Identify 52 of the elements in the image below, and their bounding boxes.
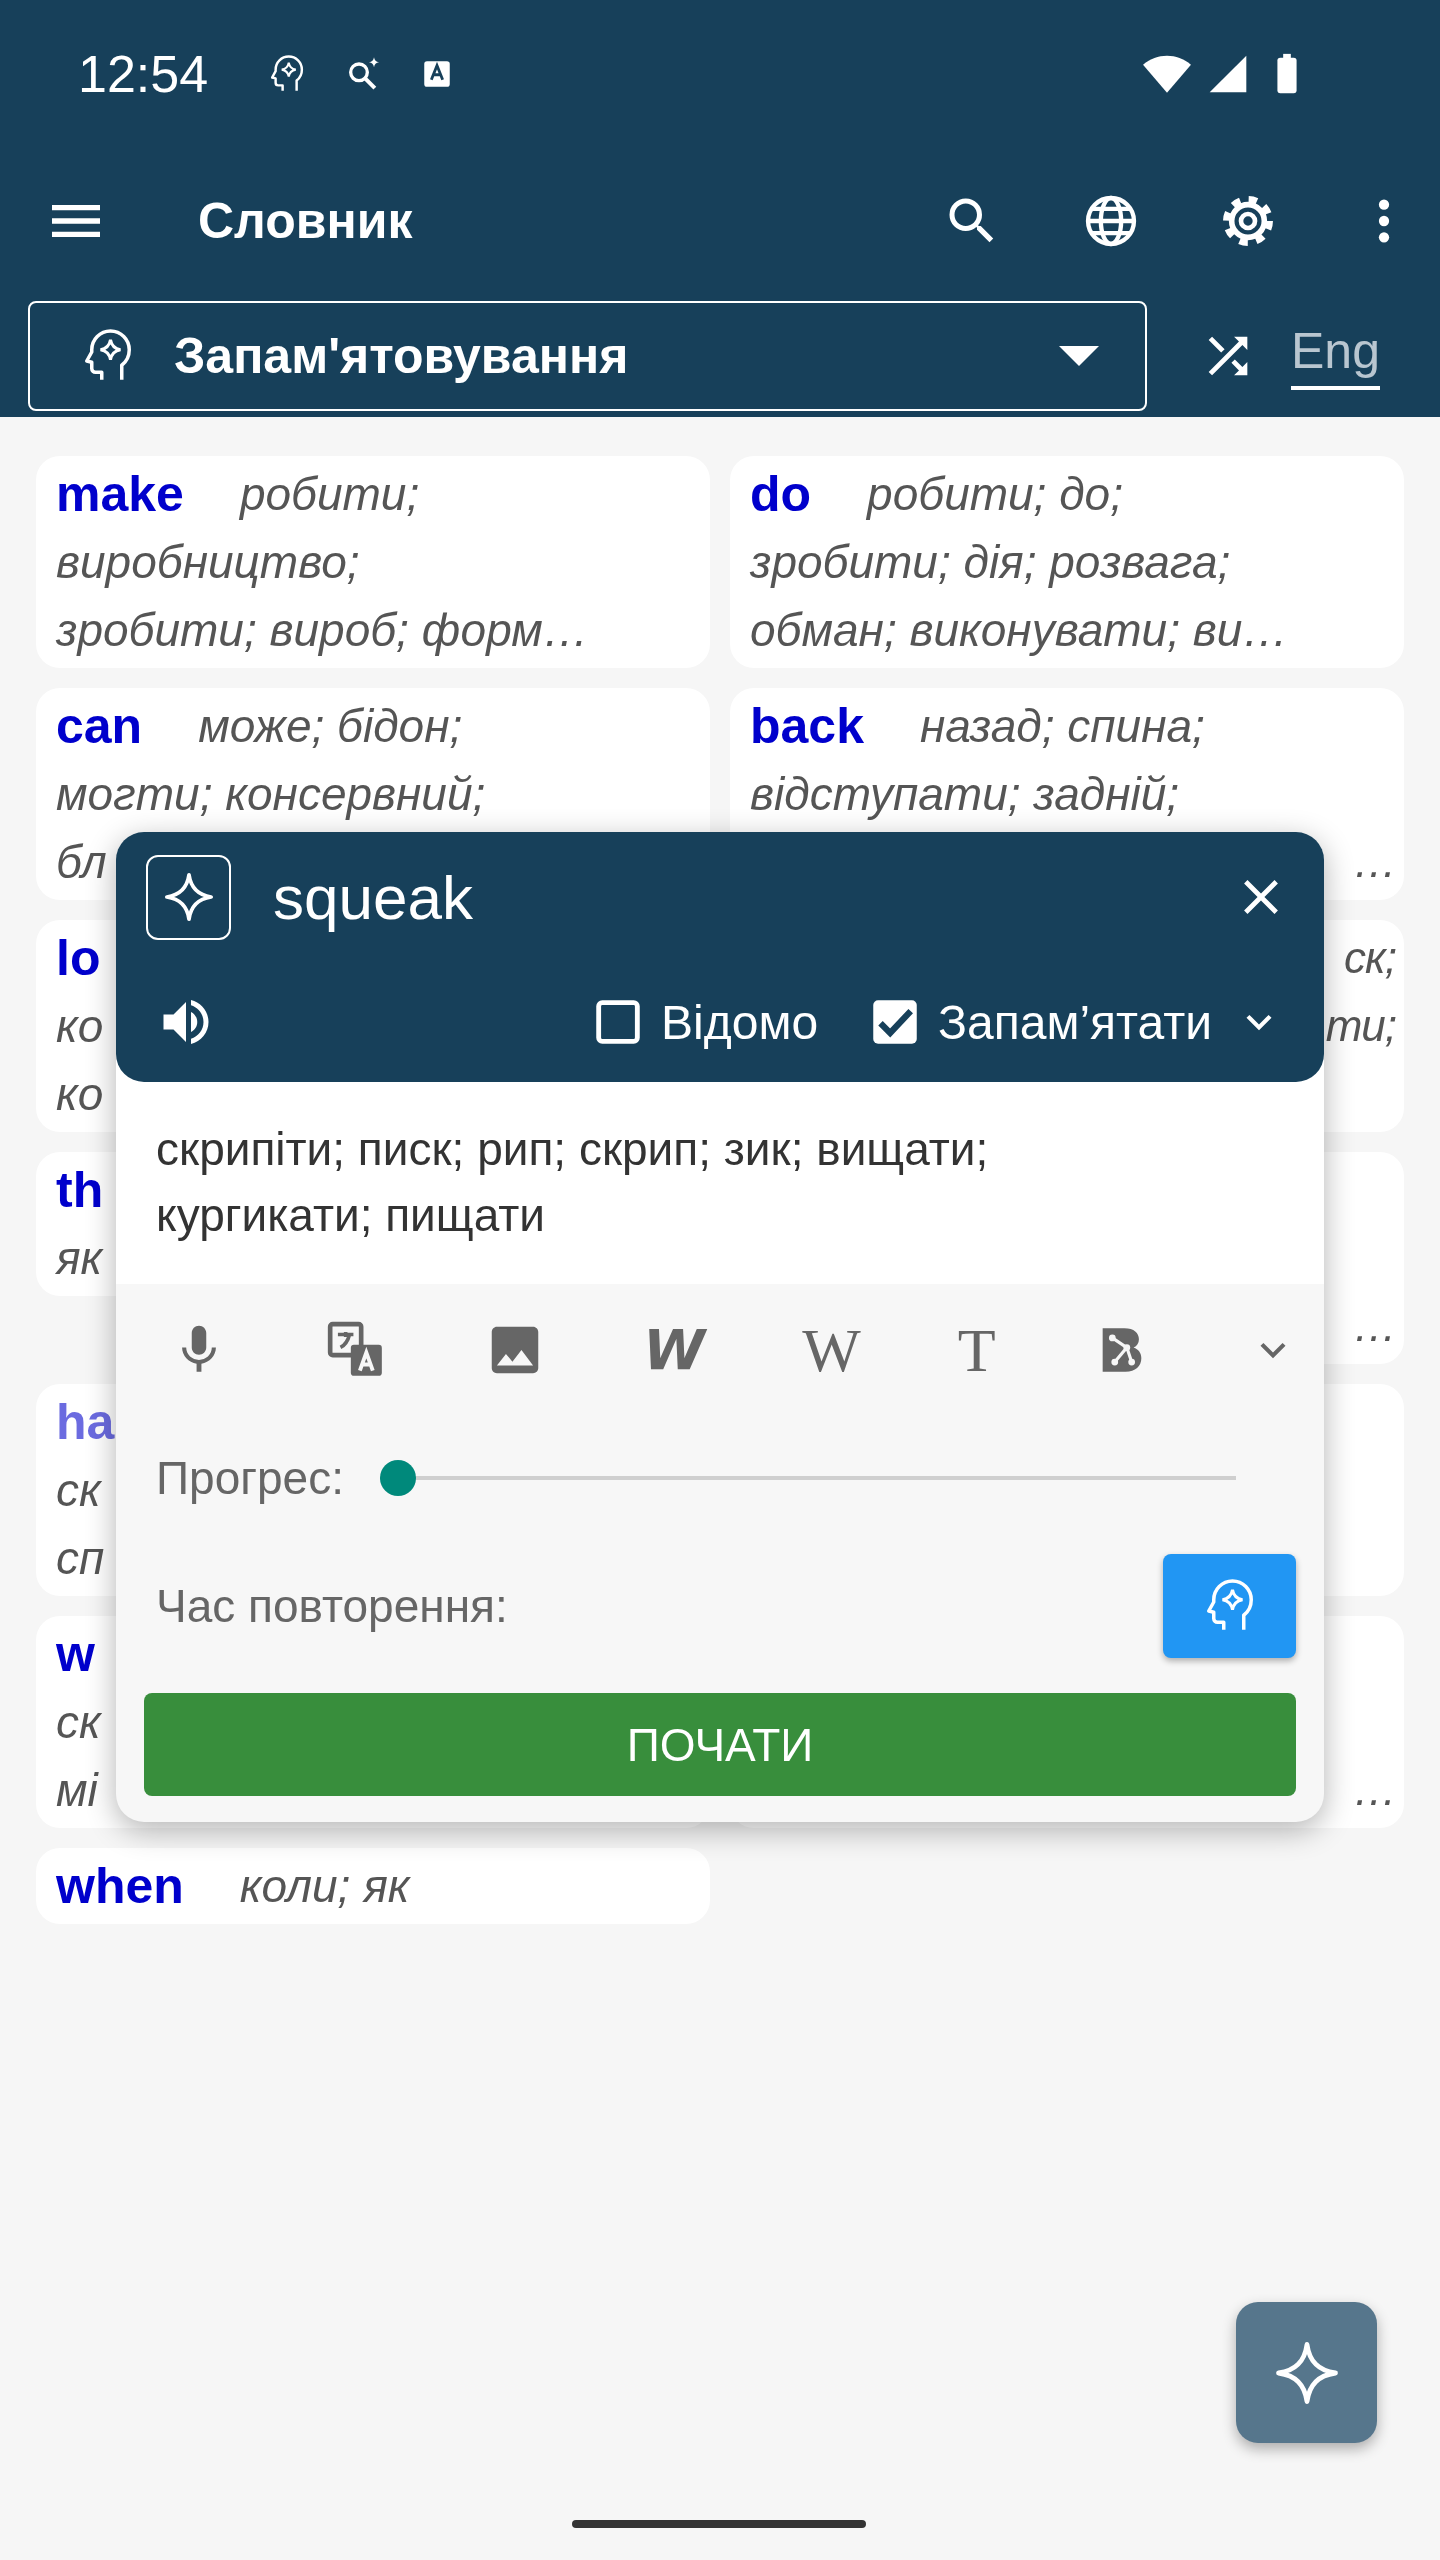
word-text: w (56, 1625, 95, 1683)
word-text: lo (56, 929, 101, 987)
remember-checkbox[interactable]: Запам’ятати (866, 993, 1212, 1051)
translation-text: назад; спина; (919, 699, 1205, 753)
translation-text: обман; виконувати; ви… (750, 603, 1289, 657)
translation-text: … (1353, 1765, 1396, 1815)
word-card[interactable]: when коли; як (36, 1848, 710, 1924)
slider-thumb[interactable] (379, 1460, 416, 1496)
word-text: make (56, 465, 184, 523)
translation-text: відступати; задній; (750, 767, 1180, 821)
word-card[interactable]: make робити; виробництво; зробити; вироб; форм… (36, 456, 710, 668)
translation-text: сп (56, 1531, 105, 1585)
glyph-button[interactable]: W (802, 1318, 861, 1381)
word-text: ha (56, 1393, 115, 1451)
translation-text: ск; (1344, 933, 1396, 983)
word-text: do (750, 465, 812, 523)
translation-text: зробити; дія; розвага; (750, 535, 1231, 589)
word-text: th (56, 1161, 104, 1219)
translation-text: зробити; вироб; форм… (56, 603, 589, 657)
caret-icon (1059, 345, 1099, 366)
translation-text: могти; консервний; (56, 767, 486, 821)
translation-text: робити; до; (867, 467, 1123, 521)
translation-text: ти; (1325, 1001, 1396, 1051)
translation-text: … (1353, 1301, 1396, 1351)
glyph-button[interactable]: W (643, 1321, 706, 1378)
word-text: back (750, 697, 864, 755)
progress-label: Прогрес: (156, 1451, 344, 1505)
translation-text: мі (56, 1763, 98, 1817)
translation-text: робити; (239, 467, 420, 521)
mode-dropdown[interactable]: Запам'ятовування (28, 300, 1147, 411)
translation-text: … (1353, 837, 1396, 887)
translation-text: коли; як (239, 1859, 410, 1913)
translation-text: може; бідон; (198, 699, 463, 753)
translation-text: ск (56, 1695, 101, 1749)
memorize-button[interactable] (1163, 1554, 1296, 1658)
word-text: can (56, 697, 143, 755)
glyph-button[interactable]: T (957, 1318, 996, 1381)
app-title: Словник (198, 191, 414, 250)
translation-text: виробництво; (56, 535, 360, 589)
translation-text: ск (56, 1463, 101, 1517)
word-text: when (56, 1857, 184, 1915)
translation-text: ко (56, 1067, 104, 1121)
review-time-label: Час повторення: (156, 1579, 508, 1633)
translation-text: як (56, 1231, 103, 1285)
translation-text: бл (56, 835, 107, 889)
start-button[interactable]: ПОЧАТИ (144, 1693, 1296, 1796)
sparkle-fab[interactable] (1236, 2302, 1377, 2443)
known-checkbox[interactable]: Відомо (589, 993, 819, 1051)
language-tab[interactable]: Eng (1291, 321, 1380, 390)
clock-text: 12:54 (78, 43, 209, 104)
word-card[interactable]: do робити; до; зробити; дія; розвага; обман; виконувати; ви… (730, 456, 1404, 668)
translation-text: ко (56, 999, 104, 1053)
